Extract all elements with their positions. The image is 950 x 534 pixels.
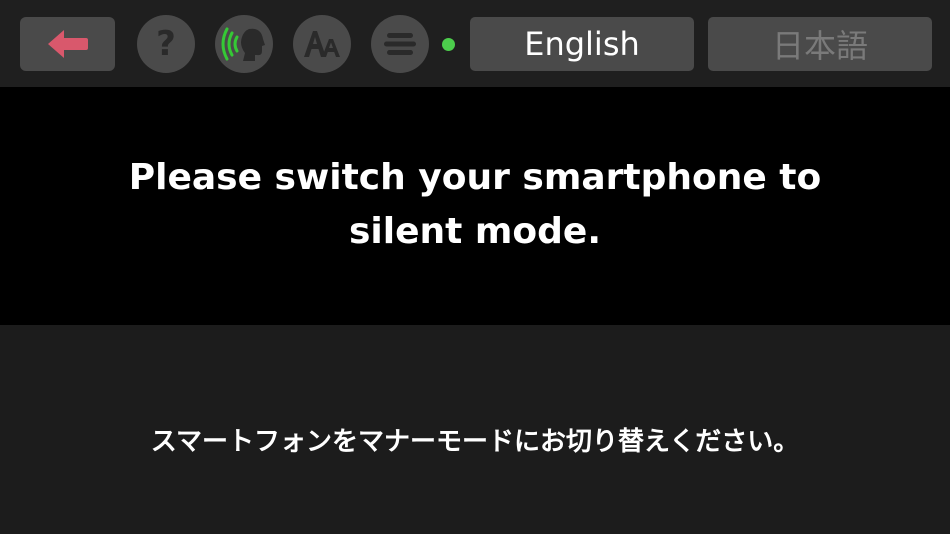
voice-button[interactable]	[215, 15, 273, 73]
language-english-button[interactable]: English	[470, 17, 694, 71]
language-japanese-button[interactable]: 日本語	[708, 17, 932, 71]
primary-message: Please switch your smartphone to silent …	[128, 157, 822, 252]
secondary-message-panel: スマートフォンをマナーモードにお切り替えください。	[0, 325, 950, 534]
font-size-icon	[304, 31, 340, 57]
help-button[interactable]: ?	[137, 15, 195, 73]
status-dot	[442, 38, 455, 51]
speaking-head-icon	[221, 27, 265, 61]
toolbar: ? English 日本語	[0, 0, 950, 87]
left-arrow-icon	[47, 30, 88, 58]
back-button[interactable]	[20, 17, 115, 71]
menu-lines-icon	[384, 33, 416, 55]
primary-message-panel: Please switch your smartphone to silent …	[0, 87, 950, 325]
font-size-button[interactable]	[293, 15, 351, 73]
secondary-message: スマートフォンをマナーモードにお切り替えください。	[150, 427, 800, 457]
menu-button[interactable]	[371, 15, 429, 73]
question-mark-icon: ?	[156, 24, 176, 64]
